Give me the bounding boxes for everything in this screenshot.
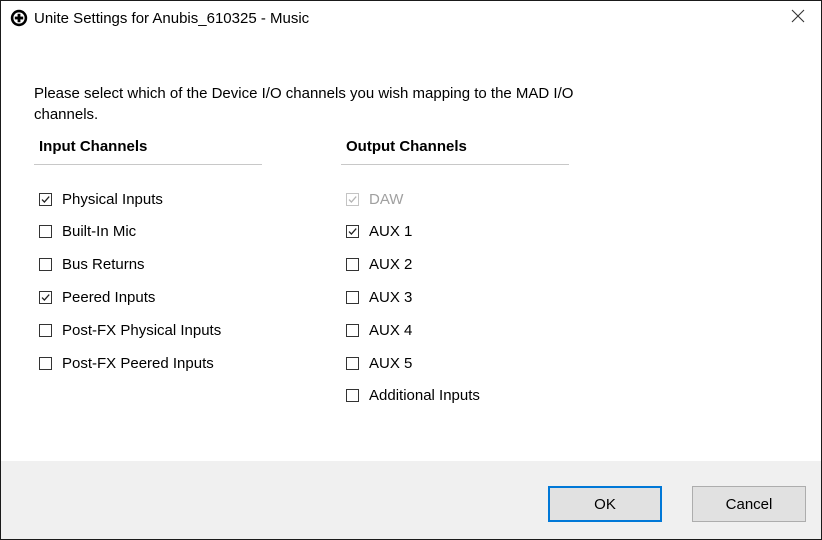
checkbox-peered-inputs[interactable]: Peered Inputs (39, 286, 155, 308)
input-channels-divider (34, 164, 262, 165)
checkbox-label: Physical Inputs (62, 190, 163, 208)
checkbox-aux-3[interactable]: AUX 3 (346, 286, 412, 308)
close-icon (791, 9, 805, 28)
checkbox-box[interactable] (39, 356, 52, 370)
window-title: Unite Settings for Anubis_610325 - Music (34, 10, 310, 27)
checkbox-box[interactable] (346, 389, 359, 403)
title-bar: Unite Settings for Anubis_610325 - Music (1, 1, 821, 37)
cancel-button[interactable]: Cancel (692, 486, 806, 522)
checkbox-label: AUX 2 (369, 256, 413, 274)
output-channels-header: Output Channels (346, 138, 467, 155)
ok-button[interactable]: OK (548, 486, 662, 522)
checkbox-physical-inputs[interactable]: Physical Inputs (39, 188, 163, 210)
checkbox-label: Additional Inputs (369, 387, 480, 405)
checkbox-box[interactable] (39, 258, 52, 272)
input-channels-header: Input Channels (39, 138, 148, 155)
circle-plus-icon (10, 9, 28, 27)
dialog-window: Unite Settings for Anubis_610325 - Music… (0, 0, 822, 540)
checkbox-box[interactable] (346, 323, 359, 337)
checkbox-label: AUX 1 (369, 223, 413, 241)
checkbox-box[interactable] (39, 225, 52, 239)
checkbox-label: Post-FX Physical Inputs (62, 321, 222, 339)
output-channels-divider (341, 164, 569, 165)
checkbox-label: AUX 5 (369, 354, 413, 372)
instruction-text: Please select which of the Device I/O ch… (34, 85, 574, 123)
checkbox-bus-returns[interactable]: Bus Returns (39, 254, 145, 276)
checkbox-box[interactable] (346, 258, 359, 272)
checkbox-label: AUX 3 (369, 288, 413, 306)
checkbox-box[interactable] (346, 290, 359, 304)
checkbox-label: Peered Inputs (62, 288, 156, 306)
checkmark-icon[interactable] (346, 225, 359, 239)
checkmark-icon (346, 192, 359, 206)
checkbox-aux-2[interactable]: AUX 2 (346, 254, 412, 276)
checkmark-icon[interactable] (39, 290, 52, 304)
checkmark-icon[interactable] (39, 192, 52, 206)
checkbox-post-fx-physical-inputs[interactable]: Post-FX Physical Inputs (39, 319, 221, 341)
checkbox-box[interactable] (346, 356, 359, 370)
checkbox-aux-1[interactable]: AUX 1 (346, 221, 412, 243)
checkbox-label: Post-FX Peered Inputs (62, 354, 214, 372)
checkbox-aux-5[interactable]: AUX 5 (346, 352, 412, 374)
checkbox-label: Built-In Mic (62, 223, 137, 241)
checkbox-daw: DAW (346, 188, 403, 210)
checkbox-additional-inputs[interactable]: Additional Inputs (346, 385, 480, 407)
checkbox-label: DAW (369, 190, 404, 208)
checkbox-built-in-mic[interactable]: Built-In Mic (39, 221, 136, 243)
checkbox-aux-4[interactable]: AUX 4 (346, 319, 412, 341)
checkbox-post-fx-peered-inputs[interactable]: Post-FX Peered Inputs (39, 352, 214, 374)
close-button[interactable] (775, 1, 821, 35)
checkbox-label: Bus Returns (62, 256, 145, 274)
checkbox-label: AUX 4 (369, 321, 413, 339)
checkbox-box[interactable] (39, 323, 52, 337)
